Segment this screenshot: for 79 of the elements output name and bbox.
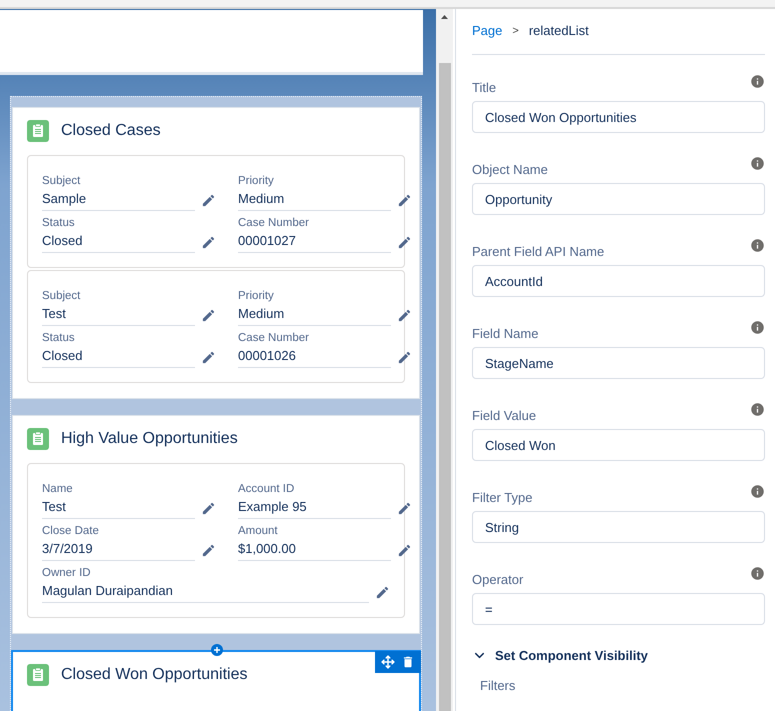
property-label: Parent Field API Name: [472, 244, 604, 259]
info-icon[interactable]: [750, 320, 765, 335]
pencil-icon[interactable]: [397, 308, 412, 323]
breadcrumb-link[interactable]: Page: [472, 23, 502, 38]
field-value: 00001027: [238, 230, 391, 253]
related-list-card[interactable]: Closed Won Opportunities: [11, 650, 421, 711]
pencil-icon[interactable]: [397, 235, 412, 250]
field-label: Subject: [42, 174, 82, 188]
pencil-icon[interactable]: [397, 193, 412, 208]
property-label: Title: [472, 80, 496, 95]
scrollbar[interactable]: [436, 9, 453, 711]
field-label: Status: [42, 216, 76, 230]
field-label: Case Number: [238, 216, 310, 230]
pencil-icon[interactable]: [397, 543, 412, 558]
field-label: Name: [42, 482, 74, 496]
info-icon[interactable]: [750, 402, 765, 417]
clipboard-icon: [27, 120, 49, 142]
property-label: Field Value: [472, 408, 536, 423]
delete-icon[interactable]: [401, 655, 415, 669]
info-icon[interactable]: [750, 566, 765, 581]
clipboard-icon: [27, 428, 49, 450]
breadcrumb-current: relatedList: [528, 23, 589, 38]
pencil-icon[interactable]: [201, 350, 216, 365]
field-label: Amount: [238, 524, 279, 538]
property-input[interactable]: String: [472, 511, 765, 543]
field-value: Medium: [238, 303, 391, 326]
info-icon[interactable]: [750, 74, 765, 89]
filters-label: Filters: [480, 678, 516, 693]
related-list-card[interactable]: Closed Cases Subject Sample Priority Medium Status Closed Case Number 00001027 Subject Test Priority Medium Status Closed Case Number 00001026: [12, 107, 420, 399]
field-value: 3/7/2019: [42, 538, 195, 561]
info-icon[interactable]: [750, 484, 765, 499]
move-icon[interactable]: [381, 655, 395, 669]
pencil-icon[interactable]: [201, 193, 216, 208]
field-value: Test: [42, 303, 195, 326]
property-label: Filter Type: [472, 490, 532, 505]
field-value: Magulan Duraipandian: [42, 580, 369, 603]
info-icon[interactable]: [750, 156, 765, 171]
property-input[interactable]: AccountId: [472, 265, 765, 297]
property-input[interactable]: =: [472, 593, 765, 625]
section-toggle[interactable]: Set Component Visibility: [472, 648, 648, 663]
field-value: Test: [42, 496, 195, 519]
field-label: Status: [42, 331, 76, 345]
property-input[interactable]: Closed Won: [472, 429, 765, 461]
property-input[interactable]: Opportunity: [472, 183, 765, 215]
field-value: $1,000.00: [238, 538, 391, 561]
info-icon[interactable]: [750, 238, 765, 253]
field-value: Closed: [42, 230, 195, 253]
field-label: Close Date: [42, 524, 100, 538]
card-title: High Value Opportunities: [61, 430, 238, 448]
scroll-up-icon[interactable]: [441, 15, 448, 19]
field-value: Example 95: [238, 496, 391, 519]
pencil-icon[interactable]: [375, 585, 390, 600]
field-label: Priority: [238, 174, 275, 188]
field-value: Sample: [42, 188, 195, 211]
add-component-icon[interactable]: [211, 644, 223, 656]
field-value: Closed: [42, 345, 195, 368]
pencil-icon[interactable]: [397, 350, 412, 365]
property-input[interactable]: StageName: [472, 347, 765, 379]
breadcrumb-separator: >: [512, 24, 519, 36]
property-input[interactable]: Closed Won Opportunities: [472, 101, 765, 133]
field-label: Owner ID: [42, 566, 92, 580]
field-label: Priority: [238, 289, 275, 303]
property-label: Field Name: [472, 326, 538, 341]
card-title: Closed Cases: [61, 122, 161, 140]
field-label: Account ID: [238, 482, 296, 496]
pencil-icon[interactable]: [201, 308, 216, 323]
property-label: Operator: [472, 572, 524, 587]
field-label: Case Number: [238, 331, 310, 345]
pencil-icon[interactable]: [397, 501, 412, 516]
clipboard-icon: [27, 664, 49, 686]
pencil-icon[interactable]: [201, 501, 216, 516]
related-list-card[interactable]: High Value Opportunities Name Test Account ID Example 95 Close Date 3/7/2019 Amount $1,000.00 Owner ID Magulan Duraipandian: [12, 415, 420, 634]
card-title: Closed Won Opportunities: [61, 666, 248, 684]
field-value: Medium: [238, 188, 391, 211]
field-value: 00001026: [238, 345, 391, 368]
pencil-icon[interactable]: [201, 543, 216, 558]
property-label: Object Name: [472, 162, 548, 177]
field-label: Subject: [42, 289, 82, 303]
pencil-icon[interactable]: [201, 235, 216, 250]
